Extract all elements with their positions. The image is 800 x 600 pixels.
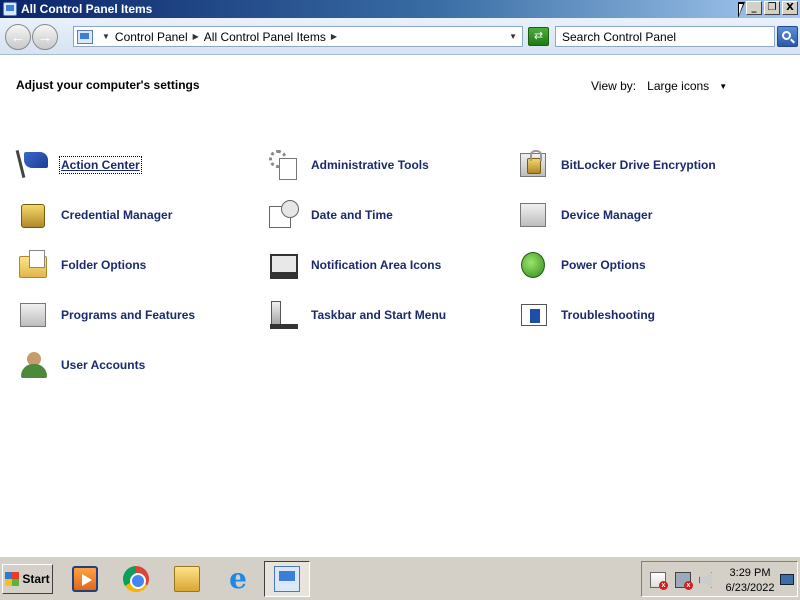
taskbar-chrome[interactable] bbox=[113, 561, 159, 597]
minimize-button[interactable]: _ bbox=[746, 1, 762, 15]
clock[interactable]: 3:29 PM 6/23/2022 bbox=[724, 566, 776, 596]
item-label[interactable]: Power Options bbox=[561, 258, 646, 272]
show-desktop-icon[interactable] bbox=[780, 574, 794, 585]
notification-area-icon bbox=[267, 248, 301, 282]
clock-date: 6/23/2022 bbox=[725, 582, 775, 594]
taskbar-internet-explorer[interactable]: e bbox=[215, 561, 261, 597]
network-icon[interactable]: x bbox=[675, 572, 693, 590]
navigation-bar: ← → ▼ Control Panel ▶ All Control Panel … bbox=[0, 18, 800, 55]
system-tray: x x 3:29 PM 6/23/2022 bbox=[641, 561, 798, 597]
view-by-value[interactable]: Large icons bbox=[647, 79, 709, 93]
search-icon bbox=[782, 31, 791, 40]
breadcrumb-control-panel[interactable]: Control Panel bbox=[115, 30, 188, 44]
item-label[interactable]: User Accounts bbox=[61, 358, 145, 372]
item-label[interactable]: BitLocker Drive Encryption bbox=[561, 158, 716, 172]
taskbar-media-player[interactable] bbox=[62, 561, 108, 597]
volume-icon[interactable] bbox=[699, 572, 712, 588]
taskbar: Start e x x 3:29 PM 6/23/2022 bbox=[0, 556, 800, 600]
breadcrumb-all-items[interactable]: All Control Panel Items bbox=[204, 30, 326, 44]
item-credential-manager[interactable]: Credential Manager bbox=[17, 197, 172, 233]
clock-time: 3:29 PM bbox=[729, 567, 771, 579]
control-panel-icon bbox=[274, 566, 300, 592]
item-programs-features[interactable]: Programs and Features bbox=[17, 297, 195, 333]
refresh-icon: ⇄ bbox=[533, 30, 544, 42]
item-label[interactable]: Taskbar and Start Menu bbox=[311, 308, 446, 322]
windows-explorer-icon bbox=[174, 566, 200, 592]
item-power-options[interactable]: Power Options bbox=[517, 247, 646, 283]
item-label[interactable]: Credential Manager bbox=[61, 208, 172, 222]
start-label: Start bbox=[22, 572, 50, 586]
troubleshooting-icon bbox=[517, 298, 551, 332]
item-troubleshooting[interactable]: Troubleshooting bbox=[517, 297, 655, 333]
forward-button[interactable]: → bbox=[32, 24, 58, 50]
item-label[interactable]: Notification Area Icons bbox=[311, 258, 441, 272]
credential-manager-icon bbox=[17, 198, 51, 232]
search-input[interactable]: Search Control Panel bbox=[555, 26, 775, 47]
taskbar-control-panel[interactable] bbox=[264, 561, 310, 597]
chrome-icon bbox=[123, 566, 149, 592]
item-label[interactable]: Device Manager bbox=[561, 208, 652, 222]
forward-arrow-icon: → bbox=[37, 28, 53, 46]
item-notification-area-icons[interactable]: Notification Area Icons bbox=[267, 247, 441, 283]
administrative-tools-icon bbox=[267, 148, 301, 182]
item-device-manager[interactable]: Device Manager bbox=[517, 197, 652, 233]
view-by-control[interactable]: View by: Large icons ▼ bbox=[591, 79, 727, 93]
error-badge-icon: x bbox=[684, 581, 693, 590]
item-label[interactable]: Administrative Tools bbox=[311, 158, 429, 172]
page-heading: Adjust your computer's settings bbox=[16, 78, 200, 92]
taskbar-explorer[interactable] bbox=[164, 561, 210, 597]
item-user-accounts[interactable]: User Accounts bbox=[17, 347, 145, 383]
item-action-center[interactable]: Action Center bbox=[17, 147, 142, 183]
item-bitlocker[interactable]: BitLocker Drive Encryption bbox=[517, 147, 716, 183]
device-manager-icon bbox=[517, 198, 551, 232]
search-button[interactable] bbox=[777, 26, 798, 47]
item-folder-options[interactable]: Folder Options bbox=[17, 247, 146, 283]
programs-features-icon bbox=[17, 298, 51, 332]
action-center-flag-icon bbox=[17, 148, 51, 182]
item-label[interactable]: Date and Time bbox=[311, 208, 393, 222]
internet-explorer-icon: e bbox=[229, 562, 247, 595]
back-button[interactable]: ← bbox=[5, 24, 31, 50]
error-badge-icon: x bbox=[659, 581, 668, 590]
refresh-button[interactable]: ⇄ bbox=[528, 27, 549, 46]
item-date-time[interactable]: Date and Time bbox=[267, 197, 393, 233]
close-button[interactable]: X bbox=[782, 1, 798, 15]
chevron-right-icon[interactable]: ▶ bbox=[193, 32, 199, 41]
chevron-down-icon[interactable]: ▼ bbox=[719, 82, 727, 91]
item-label[interactable]: Troubleshooting bbox=[561, 308, 655, 322]
bitlocker-icon bbox=[517, 148, 551, 182]
control-panel-icon bbox=[77, 29, 93, 44]
folder-options-icon bbox=[17, 248, 51, 282]
action-center-flag-icon[interactable]: x bbox=[650, 572, 668, 590]
window-controls: _ ❐ X bbox=[746, 1, 798, 15]
back-arrow-icon: ← bbox=[10, 28, 26, 46]
chevron-right-icon[interactable]: ▼ bbox=[102, 32, 110, 41]
restore-button[interactable]: ❐ bbox=[764, 1, 780, 15]
user-accounts-icon bbox=[17, 348, 51, 382]
window-title: All Control Panel Items bbox=[21, 2, 153, 16]
start-button[interactable]: Start bbox=[2, 564, 53, 594]
address-bar[interactable]: ▼ Control Panel ▶ All Control Panel Item… bbox=[73, 26, 523, 47]
title-bar[interactable]: All Control Panel Items _ ❐ X bbox=[0, 0, 800, 18]
item-label[interactable]: Folder Options bbox=[61, 258, 146, 272]
item-label[interactable]: Action Center bbox=[59, 156, 142, 174]
power-options-icon bbox=[517, 248, 551, 282]
windows-logo-icon bbox=[5, 572, 20, 586]
windows-media-player-icon bbox=[72, 566, 98, 592]
item-label[interactable]: Programs and Features bbox=[61, 308, 195, 322]
item-taskbar-start-menu[interactable]: Taskbar and Start Menu bbox=[267, 297, 446, 333]
taskbar-start-menu-icon bbox=[267, 298, 301, 332]
view-by-label: View by: bbox=[591, 79, 637, 93]
chevron-right-icon[interactable]: ▶ bbox=[331, 32, 337, 41]
control-panel-icon bbox=[3, 2, 17, 16]
address-dropdown-icon[interactable]: ▼ bbox=[509, 32, 517, 41]
item-administrative-tools[interactable]: Administrative Tools bbox=[267, 147, 429, 183]
date-time-icon bbox=[267, 198, 301, 232]
mouse-cursor-icon bbox=[738, 2, 745, 18]
